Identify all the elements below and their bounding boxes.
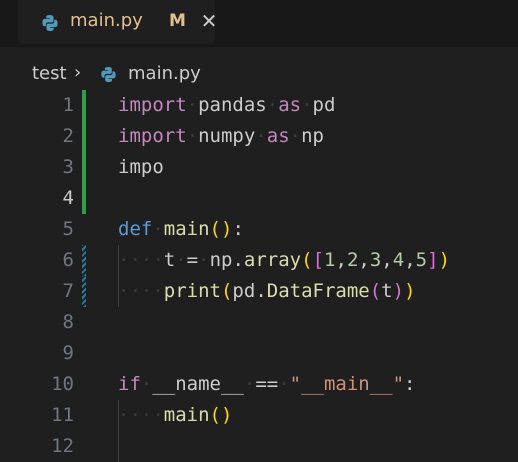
line-number: 1 [62,94,74,116]
added-gutter-marker[interactable] [82,90,86,121]
code-text: if·__name__·==·"__main__": [118,373,416,395]
code-text: import·pandas·as·pd [118,94,336,116]
line-number: 11 [51,404,74,426]
breadcrumb-folder[interactable]: test [32,63,67,84]
tab-bar: main.py M ✕ [0,0,518,47]
code-line: 8 [0,307,518,338]
python-icon [100,66,117,87]
code-text: impo [118,156,164,178]
line-number: 9 [62,342,74,364]
indent-guide [118,431,119,462]
code-line: 3 impo [0,152,518,183]
code-line: 1 import·pandas·as·pd [0,90,518,121]
added-gutter-marker[interactable] [82,183,86,214]
added-gutter-marker[interactable] [82,121,86,152]
code-line: 2 import·numpy·as·np [0,121,518,152]
code-editor[interactable]: 1 import·pandas·as·pd 2 import·numpy·as·… [0,90,518,462]
tab-main-py[interactable]: main.py M ✕ [18,0,217,44]
code-line: 6 ····t·=·np.array([1,2,3,4,5]) [0,245,518,276]
python-icon [41,14,59,36]
breadcrumb: test › main.py [0,58,518,90]
line-number: 4 [62,187,74,209]
code-text: def·main(): [118,218,244,240]
line-number: 12 [51,435,74,457]
tab-label: main.py [70,10,143,31]
line-number: 5 [62,218,74,240]
code-text: ····print(pd.DataFrame(t)) [118,280,416,302]
code-line: 12 [0,431,518,462]
breadcrumb-file[interactable]: main.py [128,63,201,84]
line-number: 10 [51,373,74,395]
line-number: 7 [62,280,74,302]
code-line: 11 ····main() [0,400,518,431]
code-text: import·numpy·as·np [118,125,324,147]
code-line: 10 if·__name__·==·"__main__": [0,369,518,400]
close-icon[interactable]: ✕ [198,10,220,32]
code-line: 5 def·main(): [0,214,518,245]
line-number: 6 [62,249,74,271]
modified-gutter-marker[interactable] [82,245,86,276]
line-number: 2 [62,125,74,147]
code-text: ····main() [118,404,233,426]
line-number: 3 [62,156,74,178]
line-number: 8 [62,311,74,333]
added-gutter-marker[interactable] [82,152,86,183]
code-text: ····t·=·np.array([1,2,3,4,5]) [118,249,451,271]
modified-gutter-marker[interactable] [82,276,86,307]
code-line: 7 ····print(pd.DataFrame(t)) [0,276,518,307]
code-line: 4 [0,183,518,214]
chevron-right-icon: › [74,62,82,83]
code-line: 9 [0,338,518,369]
modified-badge: M [169,11,186,31]
